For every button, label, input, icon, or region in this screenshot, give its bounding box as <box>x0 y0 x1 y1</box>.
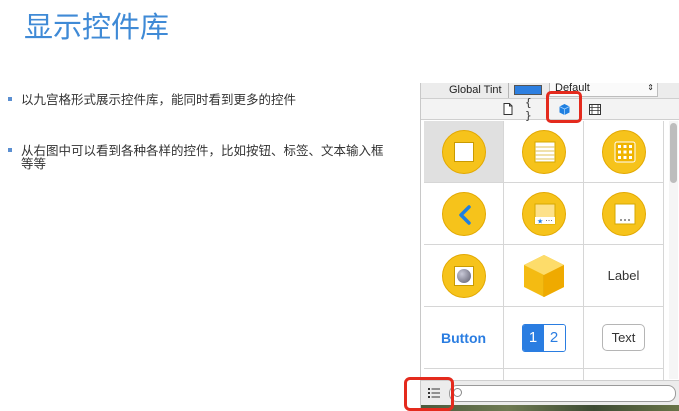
bullet-marker <box>8 97 12 101</box>
bullet-text: 以九宫格形式展示控件库，能同时看到更多的控件 <box>21 92 297 107</box>
svg-text:★: ★ <box>537 217 543 225</box>
library-grid: ★ Label Button 1 2 Text <box>424 121 667 381</box>
library-filter-input[interactable] <box>449 385 676 402</box>
table-view-controller-icon <box>521 129 566 174</box>
tint-color-swatch[interactable] <box>514 85 542 95</box>
collection-view-controller-icon <box>601 129 646 174</box>
page-view-controller-icon <box>601 191 646 236</box>
code-snippet-icon[interactable]: { } <box>525 96 543 122</box>
library-item[interactable] <box>424 183 504 245</box>
tab-bar-controller-icon: ★ <box>521 191 566 236</box>
library-bottom-bar <box>421 380 679 405</box>
library-item[interactable] <box>424 245 504 307</box>
library-item[interactable] <box>584 183 664 245</box>
segmented-control: 1 2 <box>521 323 566 352</box>
library-item[interactable] <box>584 121 664 183</box>
bullet-item: 以九宫格形式展示控件库，能同时看到更多的控件 <box>8 93 393 106</box>
scrollbar-thumb[interactable] <box>670 123 677 183</box>
object-library-highlight <box>546 91 582 123</box>
library-item[interactable] <box>424 121 504 183</box>
library-item[interactable] <box>504 121 584 183</box>
library-item[interactable]: ★ <box>504 183 584 245</box>
bullet-marker <box>8 148 12 152</box>
file-template-icon[interactable] <box>499 101 517 117</box>
object-library-panel: Global Tint Default ⇕ { } ★ Label Button… <box>420 83 679 411</box>
bullet-text: 从右图中可以看到各种各样的控件，比如按钮、标签、文本输入框等等 <box>21 143 384 171</box>
segment-2: 2 <box>543 324 565 351</box>
vertical-scrollbar[interactable] <box>669 121 678 379</box>
divider <box>508 83 509 98</box>
button-control: Button <box>440 329 487 346</box>
glkit-view-controller-icon <box>441 253 486 298</box>
library-item[interactable] <box>504 245 584 307</box>
view-controller-icon <box>441 129 486 174</box>
list-view-highlight <box>404 377 454 411</box>
segment-1: 1 <box>522 324 544 351</box>
media-library-icon[interactable] <box>586 101 604 117</box>
navigation-controller-icon <box>441 191 486 236</box>
stepper-arrows-icon: ⇕ <box>647 83 654 92</box>
library-item[interactable]: Button <box>424 307 504 369</box>
library-item[interactable]: Text <box>584 307 664 369</box>
library-item[interactable]: 1 2 <box>504 307 584 369</box>
label-control: Label <box>607 268 640 283</box>
filter-icon <box>453 388 462 397</box>
bullet-item: 从右图中可以看到各种各样的控件，比如按钮、标签、文本输入框等等 <box>8 144 393 170</box>
background-strip <box>421 405 679 411</box>
library-item[interactable]: Label <box>584 245 664 307</box>
text-field-control: Text <box>601 324 646 351</box>
object-cube-icon <box>523 254 564 297</box>
slide-title: 显示控件库 <box>24 10 170 44</box>
global-tint-label: Global Tint <box>449 84 502 96</box>
